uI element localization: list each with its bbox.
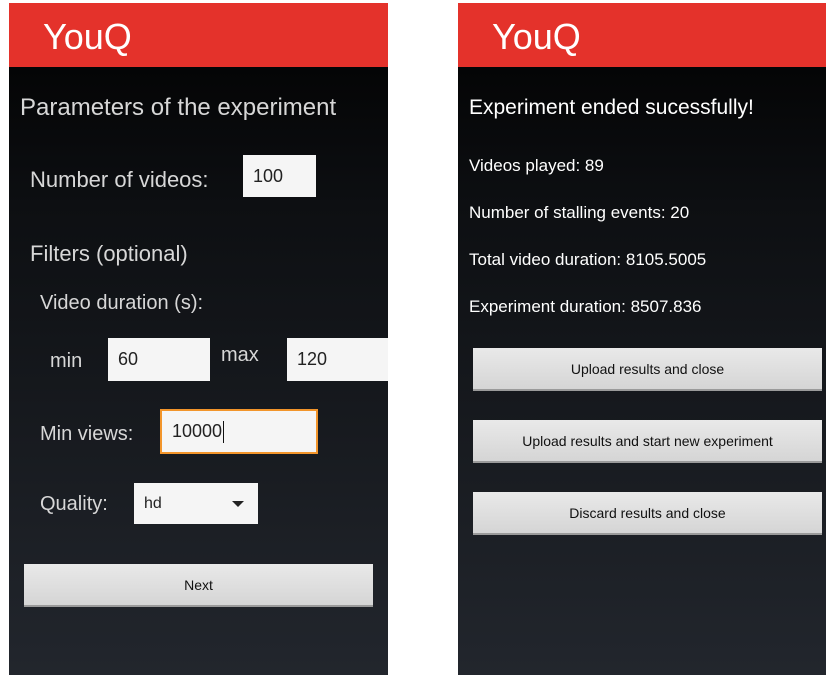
experiment-parameters-screen: YouQ Parameters of the experiment Number… — [9, 3, 388, 675]
upload-results-and-close-button[interactable]: Upload results and close — [473, 348, 822, 391]
number-of-videos-input[interactable]: 100 — [243, 155, 316, 197]
upload-results-and-close-label: Upload results and close — [570, 360, 725, 377]
discard-results-and-close-button[interactable]: Discard results and close — [473, 492, 822, 535]
min-views-value: 10000 — [172, 421, 223, 441]
quality-select[interactable]: hd — [134, 483, 258, 524]
min-duration-value: 60 — [118, 349, 139, 369]
quality-label: Quality: — [40, 493, 108, 515]
total-video-duration-text: Total video duration: 8105.5005 — [469, 250, 707, 269]
number-of-videos-label: Number of videos: — [30, 167, 209, 192]
max-duration-input[interactable]: 120 — [287, 338, 388, 381]
app-title: YouQ — [492, 16, 581, 57]
upload-results-and-start-new-button[interactable]: Upload results and start new experiment — [473, 420, 822, 463]
experiment-results-screen: YouQ Experiment ended sucessfully! Video… — [458, 3, 826, 675]
next-button-label: Next — [184, 576, 213, 593]
filters-heading: Filters (optional) — [30, 241, 188, 266]
min-views-input[interactable]: 10000 — [160, 409, 318, 454]
number-of-videos-value: 100 — [253, 165, 284, 186]
next-button[interactable]: Next — [24, 564, 373, 607]
stalling-events-text: Number of stalling events: 20 — [469, 203, 690, 222]
app-bar: YouQ — [9, 3, 388, 67]
result-heading: Experiment ended sucessfully! — [469, 96, 754, 119]
discard-results-and-close-label: Discard results and close — [569, 504, 726, 521]
video-duration-label: Video duration (s): — [40, 292, 204, 314]
experiment-duration-text: Experiment duration: 8507.836 — [469, 297, 702, 316]
min-duration-input[interactable]: 60 — [108, 338, 210, 381]
quality-selected-value: hd — [144, 494, 162, 512]
min-views-label: Min views: — [40, 423, 134, 445]
videos-played-text: Videos played: 89 — [469, 156, 604, 175]
max-duration-value: 120 — [297, 349, 328, 369]
app-title: YouQ — [43, 16, 132, 57]
min-duration-label: min — [50, 350, 83, 372]
max-duration-label: max — [221, 344, 259, 366]
page-title: Parameters of the experiment — [20, 94, 337, 121]
upload-results-and-start-new-label: Upload results and start new experiment — [522, 432, 773, 449]
dropdown-arrow-icon — [232, 501, 244, 507]
text-cursor — [223, 420, 225, 443]
app-bar: YouQ — [458, 3, 826, 67]
